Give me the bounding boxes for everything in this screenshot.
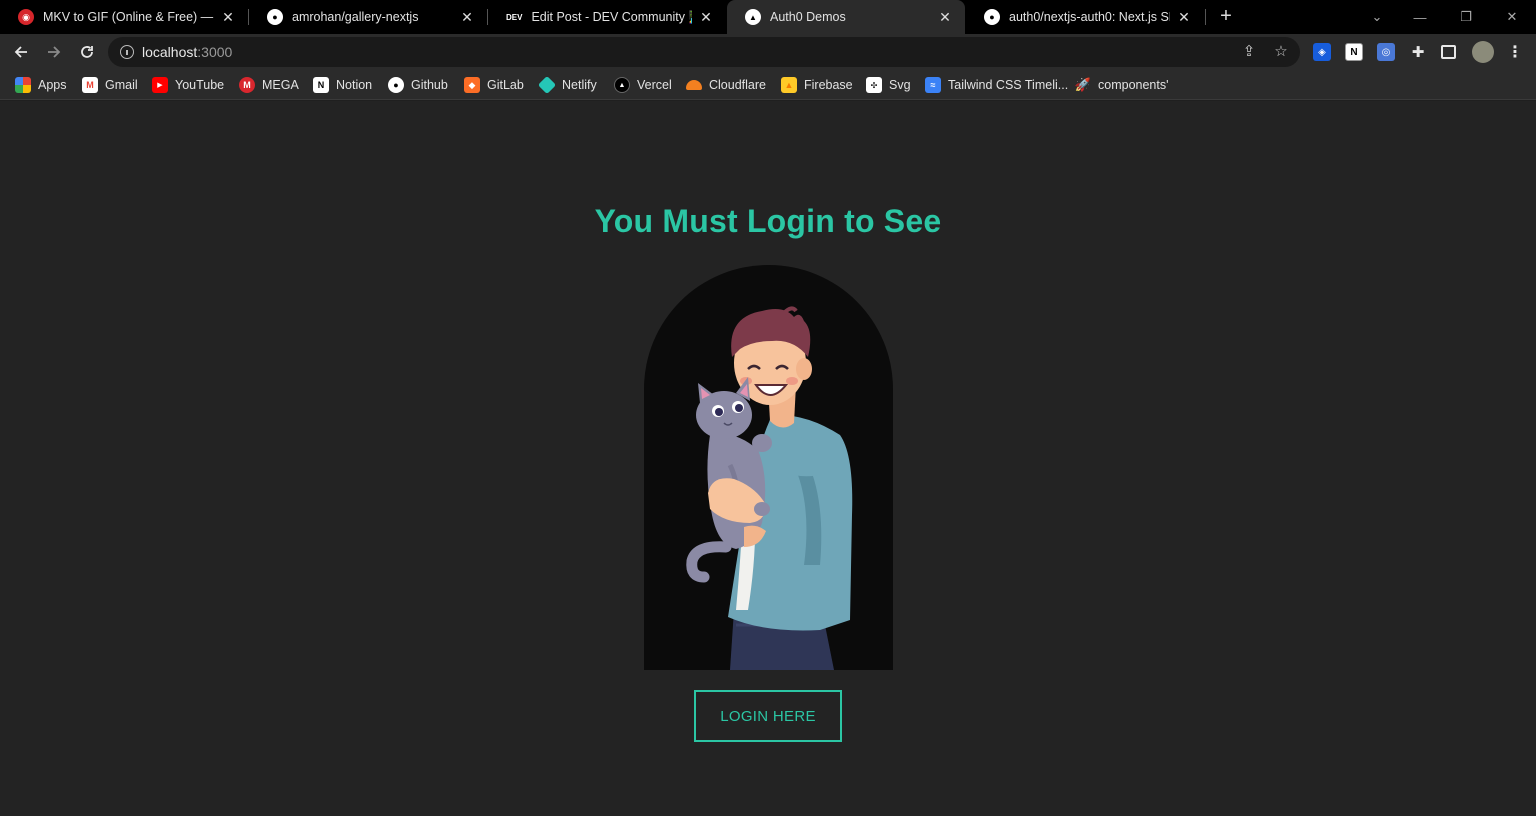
share-icon[interactable]: ⇪: [1240, 43, 1258, 61]
youtube-icon: ▶: [152, 77, 168, 93]
bookmark-github[interactable]: ● Github: [388, 76, 448, 94]
bookmark-label: Github: [411, 78, 448, 92]
reload-button[interactable]: [75, 40, 99, 64]
bookmark-firebase[interactable]: ▲ Firebase: [781, 76, 853, 94]
site-info-icon[interactable]: [120, 45, 134, 59]
cloudflare-icon: [686, 80, 702, 90]
close-icon[interactable]: ✕: [220, 9, 236, 26]
bookmark-label: Tailwind CSS Timeli...: [948, 78, 1069, 92]
bookmark-label: Vercel: [637, 78, 672, 92]
tab-title: auth0/nextjs-auth0: Next.js SDK f: [1009, 10, 1170, 24]
page-content: You Must Login to See LOGIN HERE: [0, 101, 1536, 816]
dev-icon: DEV: [506, 9, 523, 25]
tab-title: MKV to GIF (Online & Free) — C: [43, 10, 214, 24]
convertio-icon: ◉: [18, 9, 34, 25]
restore-button[interactable]: ❐: [1443, 0, 1489, 34]
bookmark-label: Cloudflare: [709, 78, 766, 92]
bookmark-label: Notion: [336, 78, 373, 92]
browser-toolbar: localhost:3000 ⇪ ☆ ◈ N ◎ ✚ ⋮: [0, 34, 1536, 70]
mega-icon: M: [239, 77, 255, 93]
close-icon[interactable]: ✕: [1176, 9, 1192, 26]
page-title: You Must Login to See: [594, 203, 942, 239]
firebase-icon: ▲: [781, 77, 797, 93]
gmail-icon: M: [82, 77, 98, 93]
bookmark-youtube[interactable]: ▶ YouTube: [152, 76, 224, 94]
vercel-icon: ▲: [614, 77, 630, 93]
side-panel-icon[interactable]: [1441, 45, 1456, 59]
bookmark-label: Apps: [38, 78, 67, 92]
svg-icon: ✣: [866, 77, 882, 93]
github-icon: ●: [388, 77, 404, 93]
tailwind-icon: ≈: [925, 77, 941, 93]
bookmark-cloudflare[interactable]: Cloudflare: [686, 76, 766, 94]
bookmark-label: MEGA: [262, 78, 299, 92]
tab-mkv-to-gif[interactable]: ◉ MKV to GIF (Online & Free) — C ✕: [0, 0, 248, 34]
login-button[interactable]: LOGIN HERE: [694, 690, 842, 742]
bookmark-label: Firebase: [804, 78, 853, 92]
bookmark-star-icon[interactable]: ☆: [1272, 43, 1290, 61]
bookmark-label: Gmail: [105, 78, 138, 92]
bookmark-label: YouTube: [175, 78, 225, 92]
rocket-icon: 🚀: [1074, 77, 1092, 92]
github-icon: ●: [267, 9, 283, 25]
bookmark-gitlab[interactable]: ◆ GitLab: [464, 76, 524, 94]
tab-title: Auth0 Demos: [770, 10, 846, 24]
tab-title: amrohan/gallery-nextjs: [292, 10, 419, 24]
gitlab-icon: ◆: [464, 77, 480, 93]
bookmark-apps[interactable]: Apps: [15, 76, 67, 94]
screen-capture-icon[interactable]: ◎: [1377, 43, 1395, 61]
menu-kebab-icon[interactable]: ⋮: [1506, 43, 1524, 61]
apps-grid-icon: [15, 77, 31, 93]
new-tab-button[interactable]: +: [1215, 6, 1237, 28]
tab-search-icon[interactable]: ⌄: [1354, 0, 1400, 34]
close-icon[interactable]: ✕: [459, 9, 475, 26]
close-icon[interactable]: ✕: [698, 9, 714, 26]
github-icon: ●: [984, 9, 1000, 25]
bookmarks-bar: Apps M Gmail ▶ YouTube M MEGA N Notion ●…: [0, 70, 1536, 100]
bookmark-vercel[interactable]: ▲ Vercel: [614, 76, 672, 94]
bookmark-mega[interactable]: M MEGA: [239, 76, 299, 94]
close-icon[interactable]: ✕: [937, 9, 953, 26]
illustration-arch: [644, 265, 893, 670]
bookmark-notion[interactable]: N Notion: [313, 76, 372, 94]
bookmark-components[interactable]: 🚀 components': [1074, 76, 1169, 94]
url-host: localhost: [142, 44, 198, 60]
profile-avatar[interactable]: [1472, 41, 1494, 63]
bookmark-label: Svg: [889, 78, 911, 92]
bookmark-tailwind[interactable]: ≈ Tailwind CSS Timeli...: [925, 76, 1068, 94]
tab-gallery-nextjs[interactable]: ● amrohan/gallery-nextjs ✕: [249, 0, 487, 34]
tab-separator: [1205, 9, 1206, 25]
bookmark-label: GitLab: [487, 78, 524, 92]
bookmark-netlify[interactable]: Netlify: [537, 75, 597, 95]
back-button[interactable]: [9, 40, 33, 64]
tab-title: Edit Post - DEV Community 👩‍💻👨‍💻: [531, 9, 692, 24]
bookmark-gmail[interactable]: M Gmail: [82, 76, 138, 94]
notion-icon: N: [313, 77, 329, 93]
netlify-icon: [537, 75, 557, 95]
tab-strip: ◉ MKV to GIF (Online & Free) — C ✕ ● amr…: [0, 0, 1536, 34]
url-text[interactable]: localhost:3000: [142, 44, 232, 60]
vercel-icon: ▲: [745, 9, 761, 25]
bookmark-svg[interactable]: ✣ Svg: [866, 76, 911, 94]
tab-auth0-demos[interactable]: ▲ Auth0 Demos ✕: [727, 0, 965, 34]
address-bar[interactable]: localhost:3000 ⇪ ☆: [108, 37, 1300, 67]
arrow-right-icon: [48, 46, 61, 58]
bitwarden-icon[interactable]: ◈: [1313, 43, 1331, 61]
minimize-button[interactable]: —: [1397, 0, 1443, 34]
url-port: :3000: [197, 44, 233, 60]
arrow-left-icon: [14, 46, 27, 58]
tab-nextjs-auth0[interactable]: ● auth0/nextjs-auth0: Next.js SDK f ✕: [966, 0, 1204, 34]
notion-extension-icon[interactable]: N: [1345, 43, 1363, 61]
forward-button[interactable]: [42, 40, 66, 64]
tab-dev-community[interactable]: DEV Edit Post - DEV Community 👩‍💻👨‍💻 ✕: [488, 0, 726, 34]
bookmark-label: components': [1098, 78, 1169, 92]
bookmark-label: Netlify: [562, 78, 597, 92]
close-window-button[interactable]: ✕: [1489, 0, 1535, 34]
extensions-puzzle-icon[interactable]: ✚: [1409, 43, 1427, 61]
man-holding-cat-illustration: [686, 306, 853, 670]
reload-icon: [81, 46, 93, 58]
